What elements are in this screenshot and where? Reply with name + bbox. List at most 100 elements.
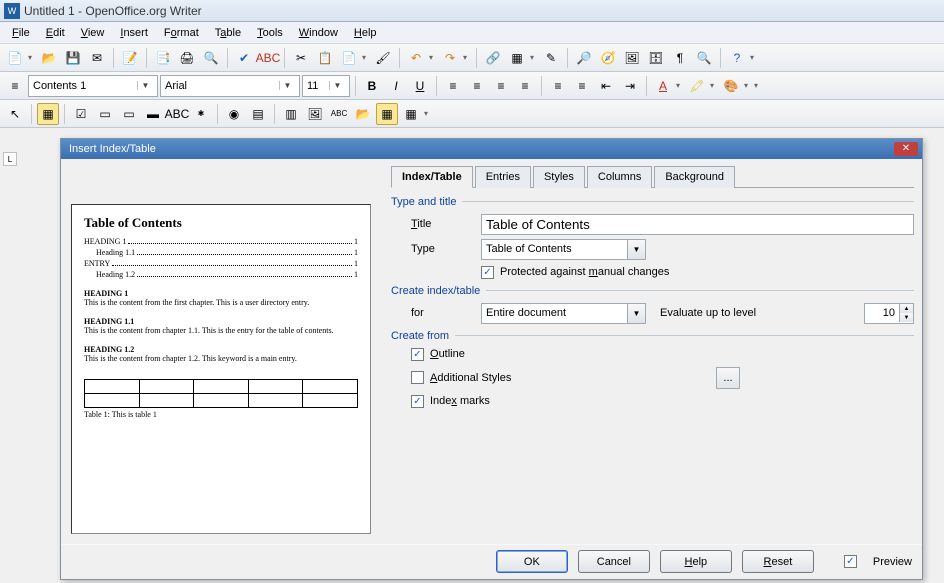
align-justify-icon[interactable]: ≡ (514, 75, 536, 97)
close-icon[interactable]: ✕ (894, 142, 918, 156)
bg-color-dropdown[interactable]: ▾ (744, 81, 752, 90)
pushbutton-icon[interactable]: ▬ (142, 103, 164, 125)
tab-styles[interactable]: Styles (533, 166, 585, 188)
tab-background[interactable]: Background (654, 166, 735, 188)
italic-button[interactable]: I (385, 75, 407, 97)
for-combo[interactable]: Entire document ▼ (481, 303, 646, 324)
find-icon[interactable]: 🔎 (573, 47, 595, 69)
format-paintbrush-icon[interactable]: 🖌 (372, 47, 394, 69)
cut-icon[interactable]: ✂ (290, 47, 312, 69)
wizards-icon[interactable]: ▦ (376, 103, 398, 125)
more-icon[interactable]: ▦ (400, 103, 422, 125)
email-icon[interactable]: ✉ (86, 47, 108, 69)
title-input[interactable] (481, 214, 914, 235)
undo-icon[interactable]: ↶ (405, 47, 427, 69)
design-mode-icon[interactable]: ▦ (37, 103, 59, 125)
additional-styles-button[interactable]: ... (716, 367, 740, 389)
paste-dropdown[interactable]: ▾ (362, 53, 370, 62)
show-draw-icon[interactable]: ✎ (540, 47, 562, 69)
menu-format[interactable]: Format (156, 25, 207, 41)
bullets-icon[interactable]: ≡ (571, 75, 593, 97)
menu-tools[interactable]: Tools (249, 25, 291, 41)
insert-table-icon[interactable]: ▦ (506, 47, 528, 69)
chevron-down-icon[interactable]: ▼ (627, 304, 645, 323)
reset-button[interactable]: Reset (742, 550, 814, 573)
print-preview-icon[interactable]: 🔍 (200, 47, 222, 69)
listbox-icon[interactable]: ▤ (247, 103, 269, 125)
save-icon[interactable]: 💾 (62, 47, 84, 69)
menu-edit[interactable]: Edit (38, 25, 73, 41)
paste-icon[interactable]: 📄 (338, 47, 360, 69)
menu-insert[interactable]: Insert (112, 25, 156, 41)
redo-dropdown[interactable]: ▾ (463, 53, 471, 62)
align-left-icon[interactable]: ≡ (442, 75, 464, 97)
datasources-icon[interactable]: 🗄 (645, 47, 667, 69)
label-control-icon[interactable]: ABC (166, 103, 188, 125)
gallery-icon[interactable]: 🖼 (621, 47, 643, 69)
imagebtn-icon[interactable]: 🖼 (304, 103, 326, 125)
numbering-icon[interactable]: ≡ (547, 75, 569, 97)
protected-checkbox[interactable]: ✓ (481, 266, 494, 279)
chevron-down-icon[interactable]: ▼ (137, 81, 153, 90)
decrease-indent-icon[interactable]: ⇤ (595, 75, 617, 97)
menu-window[interactable]: Window (291, 25, 346, 41)
help-icon[interactable]: ? (726, 47, 748, 69)
font-name-combo[interactable]: Arial ▼ (160, 75, 300, 97)
navigator-icon[interactable]: 🧭 (597, 47, 619, 69)
dialog-titlebar[interactable]: Insert Index/Table ✕ (61, 139, 922, 159)
tab-columns[interactable]: Columns (587, 166, 652, 188)
edit-file-icon[interactable]: 📝 (119, 47, 141, 69)
spinner-down-icon[interactable]: ▼ (899, 313, 913, 322)
toolbar-overflow[interactable]: ▾ (750, 53, 758, 62)
chevron-down-icon[interactable]: ▼ (627, 240, 645, 259)
form-design-icon[interactable]: ABC (328, 103, 350, 125)
pdf-export-icon[interactable]: 📑 (152, 47, 174, 69)
menu-view[interactable]: View (73, 25, 113, 41)
ok-button[interactable]: OK (496, 550, 568, 573)
spinner-up-icon[interactable]: ▲ (899, 304, 913, 313)
select-icon[interactable]: ↖ (4, 103, 26, 125)
print-icon[interactable]: 🖨 (176, 47, 198, 69)
textbox-control-icon[interactable]: ▭ (94, 103, 116, 125)
tab-index-table[interactable]: Index/Table (391, 166, 473, 188)
tab-entries[interactable]: Entries (475, 166, 531, 188)
preview-checkbox[interactable]: ✓ (844, 555, 857, 568)
evaluate-level-spinner[interactable]: 10 ▲ ▼ (864, 303, 914, 324)
file-selection-icon[interactable]: 📂 (352, 103, 374, 125)
nonprinting-icon[interactable]: ¶ (669, 47, 691, 69)
menu-file[interactable]: File (4, 25, 38, 41)
help-button[interactable]: Help (660, 550, 732, 573)
align-center-icon[interactable]: ≡ (466, 75, 488, 97)
new-doc-dropdown[interactable]: ▾ (28, 53, 36, 62)
additional-styles-checkbox[interactable] (411, 371, 424, 384)
font-color-dropdown[interactable]: ▾ (676, 81, 684, 90)
menu-help[interactable]: Help (346, 25, 385, 41)
insert-table-dropdown[interactable]: ▾ (530, 53, 538, 62)
underline-button[interactable]: U (409, 75, 431, 97)
checkbox-control-icon[interactable]: ☑ (70, 103, 92, 125)
bold-button[interactable]: B (361, 75, 383, 97)
spellcheck-icon[interactable]: ✔ (233, 47, 255, 69)
font-color-icon[interactable]: A (652, 75, 674, 97)
paragraph-style-combo[interactable]: Contents 1 ▼ (28, 75, 158, 97)
copy-icon[interactable]: 📋 (314, 47, 336, 69)
align-right-icon[interactable]: ≡ (490, 75, 512, 97)
outline-checkbox[interactable]: ✓ (411, 348, 424, 361)
more-controls-icon[interactable]: ✱ (190, 103, 212, 125)
toolbar-overflow[interactable]: ▾ (754, 81, 762, 90)
highlight-dropdown[interactable]: ▾ (710, 81, 718, 90)
zoom-icon[interactable]: 🔍 (693, 47, 715, 69)
formatted-field-icon[interactable]: ▭ (118, 103, 140, 125)
bg-color-icon[interactable]: 🎨 (720, 75, 742, 97)
chevron-down-icon[interactable]: ▼ (279, 81, 295, 90)
index-marks-checkbox[interactable]: ✓ (411, 395, 424, 408)
new-doc-icon[interactable]: 📄 (4, 47, 26, 69)
undo-dropdown[interactable]: ▾ (429, 53, 437, 62)
menu-table[interactable]: Table (207, 25, 249, 41)
redo-icon[interactable]: ↷ (439, 47, 461, 69)
toolbar-overflow[interactable]: ▾ (424, 109, 432, 118)
cancel-button[interactable]: Cancel (578, 550, 650, 573)
autospell-icon[interactable]: ABC (257, 47, 279, 69)
increase-indent-icon[interactable]: ⇥ (619, 75, 641, 97)
radio-button-icon[interactable]: ◉ (223, 103, 245, 125)
